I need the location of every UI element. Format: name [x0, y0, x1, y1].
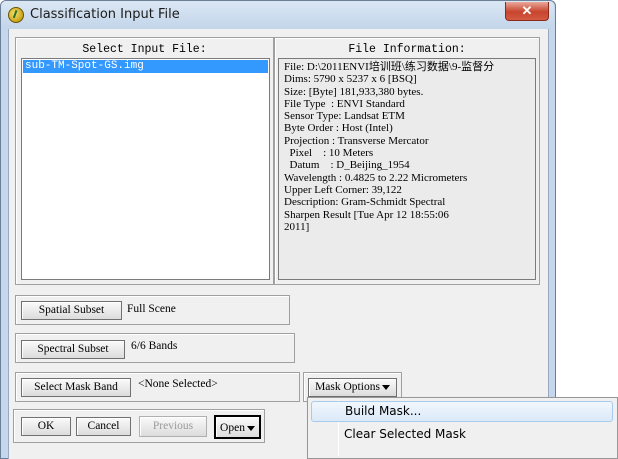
spatial-subset-value: Full Scene: [127, 303, 176, 315]
info-line: Wavelength : 0.4825 to 2.22 Micrometers: [284, 171, 468, 184]
info-line: File Type : ENVI Standard: [284, 97, 405, 110]
spectral-subset-value: 6/6 Bands: [131, 340, 178, 352]
spectral-subset-row: Spectral Subset 6/6 Bands: [15, 333, 295, 363]
select-mask-band-button[interactable]: Select Mask Band: [21, 378, 131, 397]
info-line: Sharpen Result [Tue Apr 12 18:55:06: [284, 208, 449, 221]
file-list-item[interactable]: sub-TM-Spot-GS.img: [23, 60, 268, 73]
spectral-subset-button[interactable]: Spectral Subset: [21, 340, 125, 359]
close-button[interactable]: ✕: [505, 2, 549, 21]
file-info-panel: File Information: File: D:\2011ENVI培训班\练…: [274, 37, 540, 285]
info-line: Pixel : 10 Meters: [284, 147, 374, 160]
info-line: Sensor Type: Landsat ETM: [284, 110, 405, 123]
input-file-panel: Select Input File: sub-TM-Spot-GS.img: [15, 37, 274, 285]
open-label: Open: [220, 422, 245, 434]
info-line: Byte Order : Host (Intel): [284, 122, 393, 135]
window-title: Classification Input File: [30, 7, 180, 22]
footer-button-row: OK Cancel Previous Open: [13, 409, 265, 443]
chevron-down-icon: [246, 425, 255, 431]
input-file-list[interactable]: sub-TM-Spot-GS.img: [21, 58, 270, 280]
envi-globe-icon: [8, 7, 24, 23]
ok-button[interactable]: OK: [21, 417, 71, 436]
info-line: Upper Left Corner: 39,122: [284, 183, 402, 196]
previous-button[interactable]: Previous: [139, 416, 207, 437]
info-line: 2011]: [284, 220, 310, 233]
info-line: File: D:\2011ENVI培训班\练习数据\9-监督分: [284, 61, 495, 73]
info-line: Datum : D_Beijing_1954: [284, 159, 410, 172]
cancel-button[interactable]: Cancel: [76, 417, 131, 436]
input-file-header: Select Input File:: [82, 43, 207, 56]
spatial-subset-row: Spatial Subset Full Scene: [15, 295, 290, 325]
info-line: Dims: 5790 x 5237 x 6 [BSQ]: [284, 73, 417, 86]
menu-item-clear-selected-mask[interactable]: Clear Selected Mask: [311, 424, 613, 445]
file-info-header: File Information:: [348, 43, 466, 56]
title-bar[interactable]: Classification Input File ✕: [1, 1, 554, 29]
info-line: Projection : Transverse Mercator: [284, 134, 429, 147]
spatial-subset-button[interactable]: Spatial Subset: [21, 301, 122, 320]
mask-band-row: Select Mask Band <None Selected>: [15, 372, 300, 402]
info-line: Description: Gram-Schmidt Spectral: [284, 196, 446, 209]
file-info-text: File: D:\2011ENVI培训班\练习数据\9-监督分 Dims: 57…: [278, 58, 536, 280]
menu-item-build-mask[interactable]: Build Mask...: [311, 401, 613, 422]
mask-options-button[interactable]: Mask Options: [308, 378, 397, 397]
open-button[interactable]: Open: [214, 415, 261, 439]
mask-options-label: Mask Options: [315, 381, 380, 393]
chevron-down-icon: [381, 384, 390, 390]
mask-options-menu: Build Mask... Clear Selected Mask: [307, 397, 618, 459]
mask-band-value: <None Selected>: [138, 378, 218, 390]
info-line: Size: [Byte] 181,933,380 bytes.: [284, 85, 424, 98]
